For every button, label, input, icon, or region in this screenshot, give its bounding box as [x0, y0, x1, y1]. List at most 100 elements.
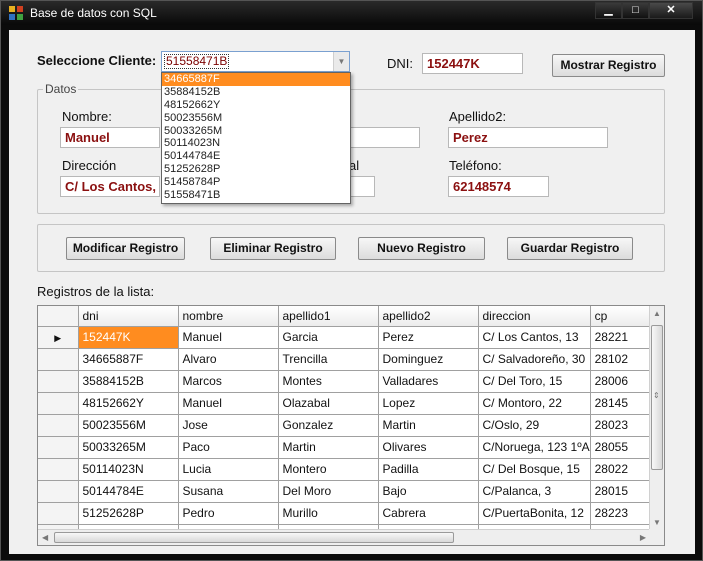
dropdown-item[interactable]: 51558471B: [162, 189, 350, 202]
cliente-combobox[interactable]: 51558471B ▼: [161, 51, 350, 72]
table-cell-apellido1[interactable]: Martin: [278, 436, 379, 459]
table-cell-dni[interactable]: 48152662Y: [78, 392, 179, 415]
apellido1-field[interactable]: [341, 127, 420, 148]
table-cell-apellido1[interactable]: Trencilla: [278, 348, 379, 371]
table-cell-nombre[interactable]: Manuel: [178, 392, 279, 415]
table-cell-direccion[interactable]: C/ Los Cantos, 13: [478, 326, 591, 349]
table-cell-apellido1[interactable]: Olazabal: [278, 392, 379, 415]
table-cell-apellido1[interactable]: Montero: [278, 458, 379, 481]
mostrar-registro-button[interactable]: Mostrar Registro: [552, 54, 665, 77]
direccion-field[interactable]: C/ Los Cantos, 13: [60, 176, 160, 197]
dropdown-item[interactable]: 51252628P: [162, 163, 350, 176]
row-header[interactable]: [38, 502, 79, 525]
dropdown-item[interactable]: 34665887F: [162, 73, 350, 86]
close-button[interactable]: ✕: [649, 2, 693, 19]
column-header-nombre[interactable]: nombre: [178, 306, 279, 327]
grid-horizontal-scrollbar[interactable]: ◀ ▶: [38, 529, 650, 545]
table-cell-apellido2[interactable]: Padilla: [378, 458, 479, 481]
dropdown-item[interactable]: 50114023N: [162, 137, 350, 150]
table-cell-direccion[interactable]: C/Noruega, 123 1ºA: [478, 436, 591, 459]
table-cell-apellido2[interactable]: Martin: [378, 414, 479, 437]
telefono-field[interactable]: 62148574: [448, 176, 549, 197]
table-cell-apellido2[interactable]: Lopez: [378, 392, 479, 415]
dropdown-item[interactable]: 35884152B: [162, 86, 350, 99]
table-cell-direccion[interactable]: C/ Salvadoreño, 30: [478, 348, 591, 371]
registros-grid[interactable]: dni nombre apellido1 apellido2 direccion…: [37, 305, 665, 546]
chevron-down-icon[interactable]: ▼: [333, 52, 349, 71]
minimize-button[interactable]: ▁: [595, 2, 622, 19]
table-cell-direccion[interactable]: C/Oslo, 29: [478, 414, 591, 437]
table-cell-dni[interactable]: 35884152B: [78, 370, 179, 393]
table-cell-dni[interactable]: 50033265M: [78, 436, 179, 459]
table-cell-nombre[interactable]: Pedro: [178, 502, 279, 525]
table-cell-apellido2[interactable]: Olivares: [378, 436, 479, 459]
dropdown-item[interactable]: 50023556M: [162, 112, 350, 125]
table-cell-dni[interactable]: 50023556M: [78, 414, 179, 437]
apellido2-field[interactable]: Perez: [448, 127, 608, 148]
table-row[interactable]: 35884152B Marcos Montes Valladares C/ Del To…: [38, 370, 662, 393]
table-cell-apellido1[interactable]: Montes: [278, 370, 379, 393]
column-header-direccion[interactable]: direccion: [478, 306, 591, 327]
guardar-registro-button[interactable]: Guardar Registro: [507, 237, 633, 260]
dni-field[interactable]: 152447K: [422, 53, 523, 74]
table-row[interactable]: 50033265M Paco Martin Olivares C/Noruega, 12…: [38, 436, 662, 459]
table-row[interactable]: 50114023N Lucia Montero Padilla C/ Del Bosqu…: [38, 458, 662, 481]
table-cell-direccion[interactable]: C/PuertaBonita, 12: [478, 502, 591, 525]
row-header[interactable]: [38, 458, 79, 481]
row-header[interactable]: [38, 480, 79, 503]
nombre-field[interactable]: Manuel: [60, 127, 160, 148]
table-cell-nombre[interactable]: Susana: [178, 480, 279, 503]
grid-vertical-scrollbar[interactable]: ▲ ⇕ ▼: [649, 306, 664, 530]
table-cell-apellido2[interactable]: Perez: [378, 326, 479, 349]
column-header-dni[interactable]: dni: [78, 306, 179, 327]
table-cell-dni[interactable]: 50144784E: [78, 480, 179, 503]
table-cell-dni[interactable]: 50114023N: [78, 458, 179, 481]
table-cell-direccion[interactable]: C/ Del Bosque, 15: [478, 458, 591, 481]
table-cell-direccion[interactable]: C/ Montoro, 22: [478, 392, 591, 415]
table-row[interactable]: 51252628P Pedro Murillo Cabrera C/PuertaBoni…: [38, 502, 662, 525]
dropdown-item[interactable]: 51458784P: [162, 176, 350, 189]
table-row[interactable]: 50023556M Jose Gonzalez Martin C/Oslo, 29 280…: [38, 414, 662, 437]
cliente-dropdown-list[interactable]: 34665887F 35884152B 48152662Y 50023556M 5003…: [161, 72, 351, 204]
table-cell-nombre[interactable]: Lucia: [178, 458, 279, 481]
grid-horizontal-scroll-thumb[interactable]: [54, 532, 454, 543]
row-header[interactable]: [38, 348, 79, 371]
table-cell-apellido2[interactable]: Bajo: [378, 480, 479, 503]
maximize-button[interactable]: □: [622, 2, 649, 19]
table-cell-apellido1[interactable]: Garcia: [278, 326, 379, 349]
table-row[interactable]: 50144784E Susana Del Moro Bajo C/Palanca, 32…: [38, 480, 662, 503]
row-header-corner[interactable]: [38, 306, 79, 327]
table-cell-apellido2[interactable]: Dominguez: [378, 348, 479, 371]
table-cell-apellido1[interactable]: Del Moro: [278, 480, 379, 503]
table-cell-apellido2[interactable]: Cabrera: [378, 502, 479, 525]
scroll-right-icon[interactable]: ▶: [640, 533, 646, 542]
nuevo-registro-button[interactable]: Nuevo Registro: [358, 237, 485, 260]
table-cell-nombre[interactable]: Jose: [178, 414, 279, 437]
scroll-left-icon[interactable]: ◀: [42, 533, 48, 542]
row-header[interactable]: [38, 370, 79, 393]
dropdown-item[interactable]: 50033265M: [162, 125, 350, 138]
table-cell-dni[interactable]: 51252628P: [78, 502, 179, 525]
table-cell-dni[interactable]: 152447K: [78, 326, 179, 349]
scroll-down-icon[interactable]: ▼: [653, 518, 661, 527]
table-row[interactable]: 48152662Y Manuel Olazabal Lopez C/ Montoro, …: [38, 392, 662, 415]
row-header[interactable]: [38, 414, 79, 437]
column-header-apellido1[interactable]: apellido1: [278, 306, 379, 327]
row-header[interactable]: ▶: [38, 326, 79, 349]
table-cell-nombre[interactable]: Marcos: [178, 370, 279, 393]
table-cell-apellido2[interactable]: Valladares: [378, 370, 479, 393]
table-cell-nombre[interactable]: Alvaro: [178, 348, 279, 371]
dropdown-item[interactable]: 50144784E: [162, 150, 350, 163]
scroll-up-icon[interactable]: ▲: [653, 309, 661, 318]
modificar-registro-button[interactable]: Modificar Registro: [66, 237, 185, 260]
row-header[interactable]: [38, 436, 79, 459]
table-cell-dni[interactable]: 34665887F: [78, 348, 179, 371]
table-row[interactable]: 34665887F Alvaro Trencilla Dominguez C/ Salv…: [38, 348, 662, 371]
table-cell-nombre[interactable]: Manuel: [178, 326, 279, 349]
table-cell-direccion[interactable]: C/ Del Toro, 15: [478, 370, 591, 393]
table-row[interactable]: ▶ 152447K Manuel Garcia Perez C/ Los Cantos, …: [38, 326, 662, 349]
title-bar[interactable]: Base de datos con SQL ▁ □ ✕: [1, 1, 702, 25]
dropdown-item[interactable]: 48152662Y: [162, 99, 350, 112]
row-header[interactable]: [38, 392, 79, 415]
eliminar-registro-button[interactable]: Eliminar Registro: [210, 237, 336, 260]
